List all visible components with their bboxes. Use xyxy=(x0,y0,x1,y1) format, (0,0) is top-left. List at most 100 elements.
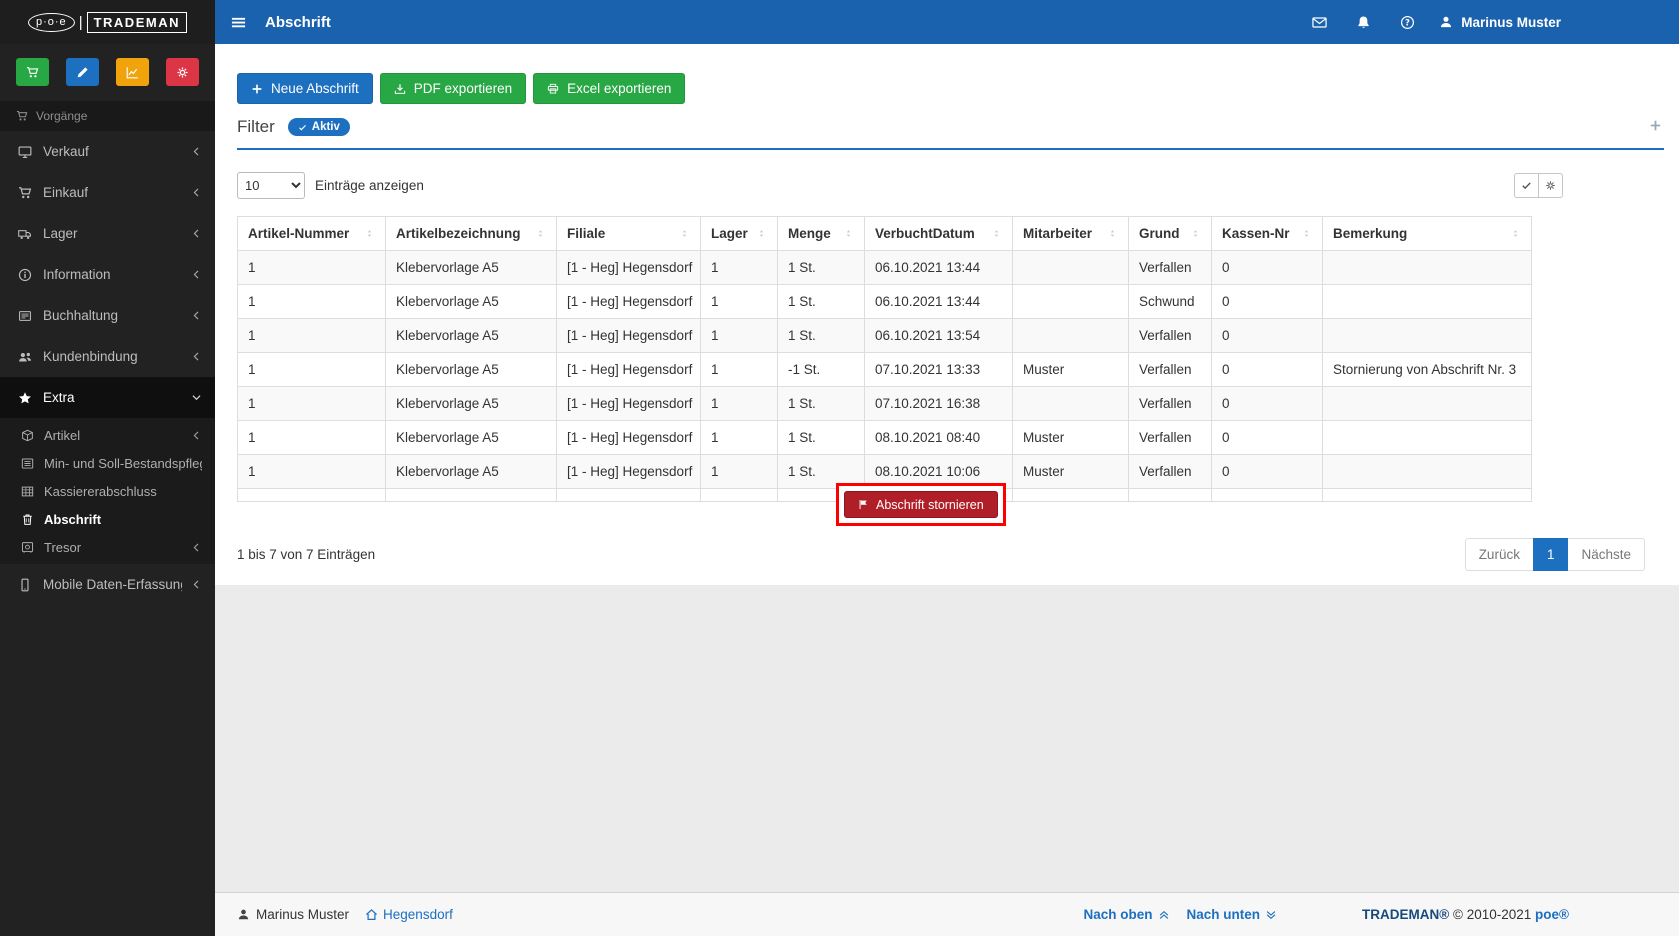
table-cell: Muster xyxy=(1012,352,1129,387)
footer-location-link[interactable]: Hegensdorf xyxy=(365,907,453,922)
table-row[interactable]: 1 Klebervorlage A5 [1 - Heg] Hegensdorf 1 1 … xyxy=(237,420,1532,455)
column-header-menge[interactable]: Menge xyxy=(777,216,865,251)
column-header-grund[interactable]: Grund xyxy=(1128,216,1212,251)
table-row[interactable]: 1 Klebervorlage A5 [1 - Heg] Hegensdorf 1 1 … xyxy=(237,250,1532,285)
sidebar-subitem-min-und-soll-bestandspflege[interactable]: Min- und Soll-Bestandspflege xyxy=(0,449,215,477)
excel-export-button[interactable]: Excel exportieren xyxy=(533,73,686,104)
notifications-button[interactable] xyxy=(1341,0,1385,44)
page-size-select[interactable]: 10 xyxy=(237,172,305,199)
table-cell: [1 - Heg] Hegensdorf xyxy=(556,454,701,489)
plus-icon xyxy=(1649,119,1662,132)
table-cell: -1 St. xyxy=(777,352,865,387)
table-cell xyxy=(1322,386,1532,421)
table-cell: 1 xyxy=(700,250,778,285)
table-cell: Schwund xyxy=(1128,284,1212,319)
column-header-filiale[interactable]: Filiale xyxy=(556,216,701,251)
quick-pencil-button[interactable] xyxy=(66,58,99,86)
table-row[interactable]: 1 Klebervorlage A5 [1 - Heg] Hegensdorf 1 1 … xyxy=(237,284,1532,319)
sort-icon xyxy=(1107,228,1118,239)
user-menu[interactable]: Marinus Muster xyxy=(1429,0,1571,44)
column-header-artikel-nummer[interactable]: Artikel-Nummer xyxy=(237,216,386,251)
scroll-top-link[interactable]: Nach oben xyxy=(1084,907,1170,922)
sort-icon xyxy=(991,228,1002,239)
column-header-label: VerbuchtDatum xyxy=(875,226,975,241)
chevron-left-icon xyxy=(191,579,202,590)
sidebar-item-verkauf[interactable]: Verkauf xyxy=(0,131,215,172)
table-cell xyxy=(1012,318,1129,353)
check-icon xyxy=(1521,180,1532,191)
table-row[interactable]: 1 Klebervorlage A5 [1 - Heg] Hegensdorf 1 1 … xyxy=(237,318,1532,353)
table-cell: [1 - Heg] Hegensdorf xyxy=(556,420,701,455)
pagination-prev-button[interactable]: Zurück xyxy=(1464,538,1534,571)
table-cell: 1 xyxy=(237,352,386,387)
messages-button[interactable] xyxy=(1297,0,1341,44)
column-header-lager[interactable]: Lager xyxy=(700,216,778,251)
sidebar-item-buchhaltung[interactable]: Buchhaltung xyxy=(0,295,215,336)
menu-toggle-button[interactable] xyxy=(215,0,261,44)
column-header-artikelbezeichnung[interactable]: Artikelbezeichnung xyxy=(385,216,557,251)
column-header-bemerkung[interactable]: Bemerkung xyxy=(1322,216,1532,251)
truck-icon xyxy=(16,227,34,241)
table-controls: 10 Einträge anzeigen xyxy=(237,172,1664,199)
table-cell: 0 xyxy=(1211,284,1323,319)
double-chevron-down-icon xyxy=(1265,909,1277,921)
chart-icon xyxy=(126,66,139,79)
page-title: Abschrift xyxy=(265,13,331,31)
table-row[interactable]: 1 Klebervorlage A5 [1 - Heg] Hegensdorf 1 -1… xyxy=(237,352,1532,387)
sidebar-item-einkauf[interactable]: Einkauf xyxy=(0,172,215,213)
table-cell xyxy=(1322,250,1532,285)
sidebar-subitem-label: Tresor xyxy=(44,539,82,555)
table-row[interactable]: 1 Klebervorlage A5 [1 - Heg] Hegensdorf 1 1 … xyxy=(237,386,1532,421)
quick-chart-button[interactable] xyxy=(116,58,149,86)
table-cell: Klebervorlage A5 xyxy=(385,318,557,353)
column-header-verbuchtdatum[interactable]: VerbuchtDatum xyxy=(864,216,1013,251)
table-cell xyxy=(1322,488,1532,502)
trash-icon xyxy=(18,513,36,526)
help-button[interactable]: ? xyxy=(1385,0,1429,44)
column-header-label: Bemerkung xyxy=(1333,226,1408,241)
quick-gears-button[interactable] xyxy=(166,58,199,86)
table-cell: 1 St. xyxy=(777,420,865,455)
column-header-mitarbeiter[interactable]: Mitarbeiter xyxy=(1012,216,1129,251)
sidebar-subitem-artikel[interactable]: Artikel xyxy=(0,421,215,449)
table-cell xyxy=(1012,250,1129,285)
main-area: Abschrift ? Marinus Muster Neue Abschrif… xyxy=(215,0,1679,936)
sidebar-item-mobile-daten-erfassung[interactable]: Mobile Daten-Erfassung xyxy=(0,564,215,605)
sidebar-subitem-kassiererabschluss[interactable]: Kassiererabschluss xyxy=(0,477,215,505)
column-header-kassen-nr[interactable]: Kassen-Nr xyxy=(1211,216,1323,251)
table-cell: 1 xyxy=(237,420,386,455)
table-cell: 1 xyxy=(237,386,386,421)
sidebar-item-kundenbindung[interactable]: Kundenbindung xyxy=(0,336,215,377)
table-cell: 1 xyxy=(237,318,386,353)
table-cell: Stornierung von Abschrift Nr. 3 xyxy=(1322,352,1532,387)
chevron-left-icon xyxy=(191,228,202,239)
svg-text:?: ? xyxy=(1405,17,1410,27)
box-icon xyxy=(18,429,36,442)
sidebar-subitem-abschrift[interactable]: Abschrift xyxy=(0,505,215,533)
sidebar-item-extra[interactable]: Extra xyxy=(0,377,215,418)
filter-active-badge[interactable]: Aktiv xyxy=(287,118,350,136)
quick-cart-button[interactable] xyxy=(16,58,49,86)
sidebar-item-information[interactable]: Information xyxy=(0,254,215,295)
sidebar-subitem-tresor[interactable]: Tresor xyxy=(0,533,215,561)
double-chevron-up-icon xyxy=(1158,909,1170,921)
filter-bar: Filter Aktiv xyxy=(237,117,1664,150)
entries-summary: 1 bis 7 von 7 Einträgen xyxy=(237,547,376,562)
sidebar-item-lager[interactable]: Lager xyxy=(0,213,215,254)
table-cell: Klebervorlage A5 xyxy=(385,284,557,319)
pagination-next-button[interactable]: Nächste xyxy=(1567,538,1645,571)
sort-icon xyxy=(1510,228,1521,239)
abschrift-stornieren-button[interactable]: Abschrift stornieren xyxy=(844,491,998,518)
filter-expand-button[interactable] xyxy=(1649,119,1664,135)
pdf-export-button[interactable]: PDF exportieren xyxy=(379,73,527,104)
scroll-bottom-link[interactable]: Nach unten xyxy=(1187,907,1278,922)
pagination: Zurück 1 Nächste xyxy=(1464,538,1645,571)
column-select-button[interactable] xyxy=(1514,173,1539,198)
sort-icon xyxy=(679,228,690,239)
sidebar-menu: Verkauf Einkauf Lager Information Buchhaltun… xyxy=(0,131,215,936)
pagination-page-1-button[interactable]: 1 xyxy=(1532,538,1569,571)
new-abschrift-button[interactable]: Neue Abschrift xyxy=(237,73,373,104)
table-settings-button[interactable] xyxy=(1538,173,1563,198)
table-cell xyxy=(1012,284,1129,319)
brand-logo[interactable]: p·o·e | TRADEMAN xyxy=(0,0,215,44)
